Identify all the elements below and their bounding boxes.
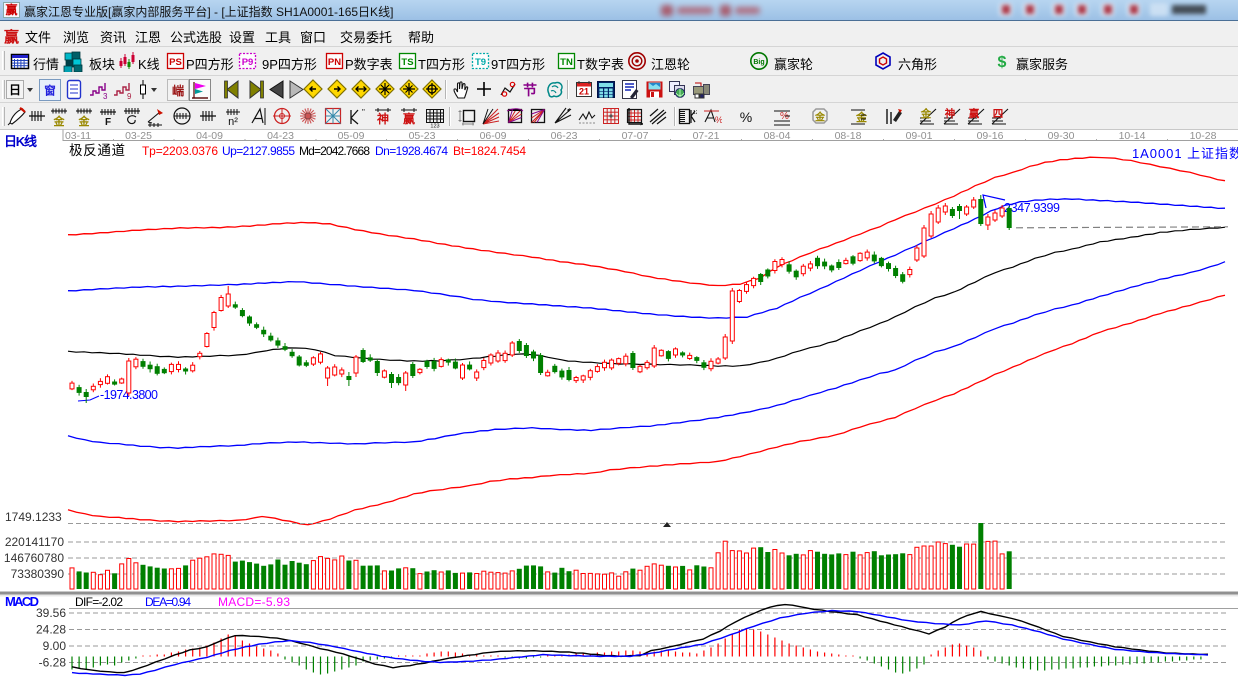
svg-text:神: 神 [945,107,956,120]
svg-text:赢: 赢 [403,111,415,126]
svg-text:2347.9399: 2347.9399 [1004,201,1060,215]
svg-text:1749.1233: 1749.1233 [5,510,62,524]
svg-text:21: 21 [579,87,589,97]
svg-text:39.56: 39.56 [36,606,66,620]
svg-text:9.00: 9.00 [43,639,67,653]
svg-text:日K线: 日K线 [4,134,37,149]
svg-text:MACD=-5.93: MACD=-5.93 [218,595,290,609]
svg-text:四: 四 [993,108,1004,120]
svg-text:PN: PN [328,57,341,68]
svg-text:金: 金 [920,107,932,120]
svg-text:金: 金 [814,111,826,124]
svg-text:Bt=1824.7454: Bt=1824.7454 [453,144,526,158]
svg-text:24.28: 24.28 [36,623,66,637]
svg-text:T9: T9 [475,57,486,68]
svg-text:极反通道: 极反通道 [69,143,125,158]
svg-text:神: 神 [377,111,389,126]
svg-text:MACD: MACD [5,594,39,609]
svg-text:DIF=-2.02: DIF=-2.02 [75,595,123,609]
svg-text:%: % [715,115,722,125]
svg-text:节: 节 [523,82,537,98]
svg-text:123: 123 [693,110,697,116]
svg-text:PS: PS [169,57,182,68]
svg-text:TN: TN [560,57,573,68]
svg-text:TS: TS [401,57,413,68]
svg-text:金: 金 [855,110,868,124]
svg-text:220141170: 220141170 [5,535,65,549]
svg-text:日: 日 [9,83,21,97]
svg-text:": " [362,108,365,117]
svg-text:窗: 窗 [44,84,56,98]
svg-text:㟨: 㟨 [172,83,184,98]
svg-text:Big: Big [753,59,764,66]
svg-text:Md=2042.7668: Md=2042.7668 [299,144,370,158]
svg-text:DEA=0.94: DEA=0.94 [145,595,191,609]
svg-text:146760780: 146760780 [4,551,64,565]
svg-text:Up=2127.9855: Up=2127.9855 [222,144,295,158]
svg-text:9: 9 [127,92,132,101]
svg-text:P9: P9 [242,57,254,68]
svg-text:$: $ [998,54,1007,71]
svg-text:%: % [740,109,752,125]
svg-text:Dn=1928.4674: Dn=1928.4674 [375,144,448,158]
svg-text:73380390: 73380390 [11,567,65,581]
svg-text:1A0001 上证指数: 1A0001 上证指数 [1132,146,1238,161]
svg-text:赢: 赢 [969,107,980,120]
svg-text:Tp=2203.0376: Tp=2203.0376 [142,144,218,158]
svg-text:-6.28: -6.28 [39,656,67,670]
svg-text:3: 3 [103,92,108,101]
